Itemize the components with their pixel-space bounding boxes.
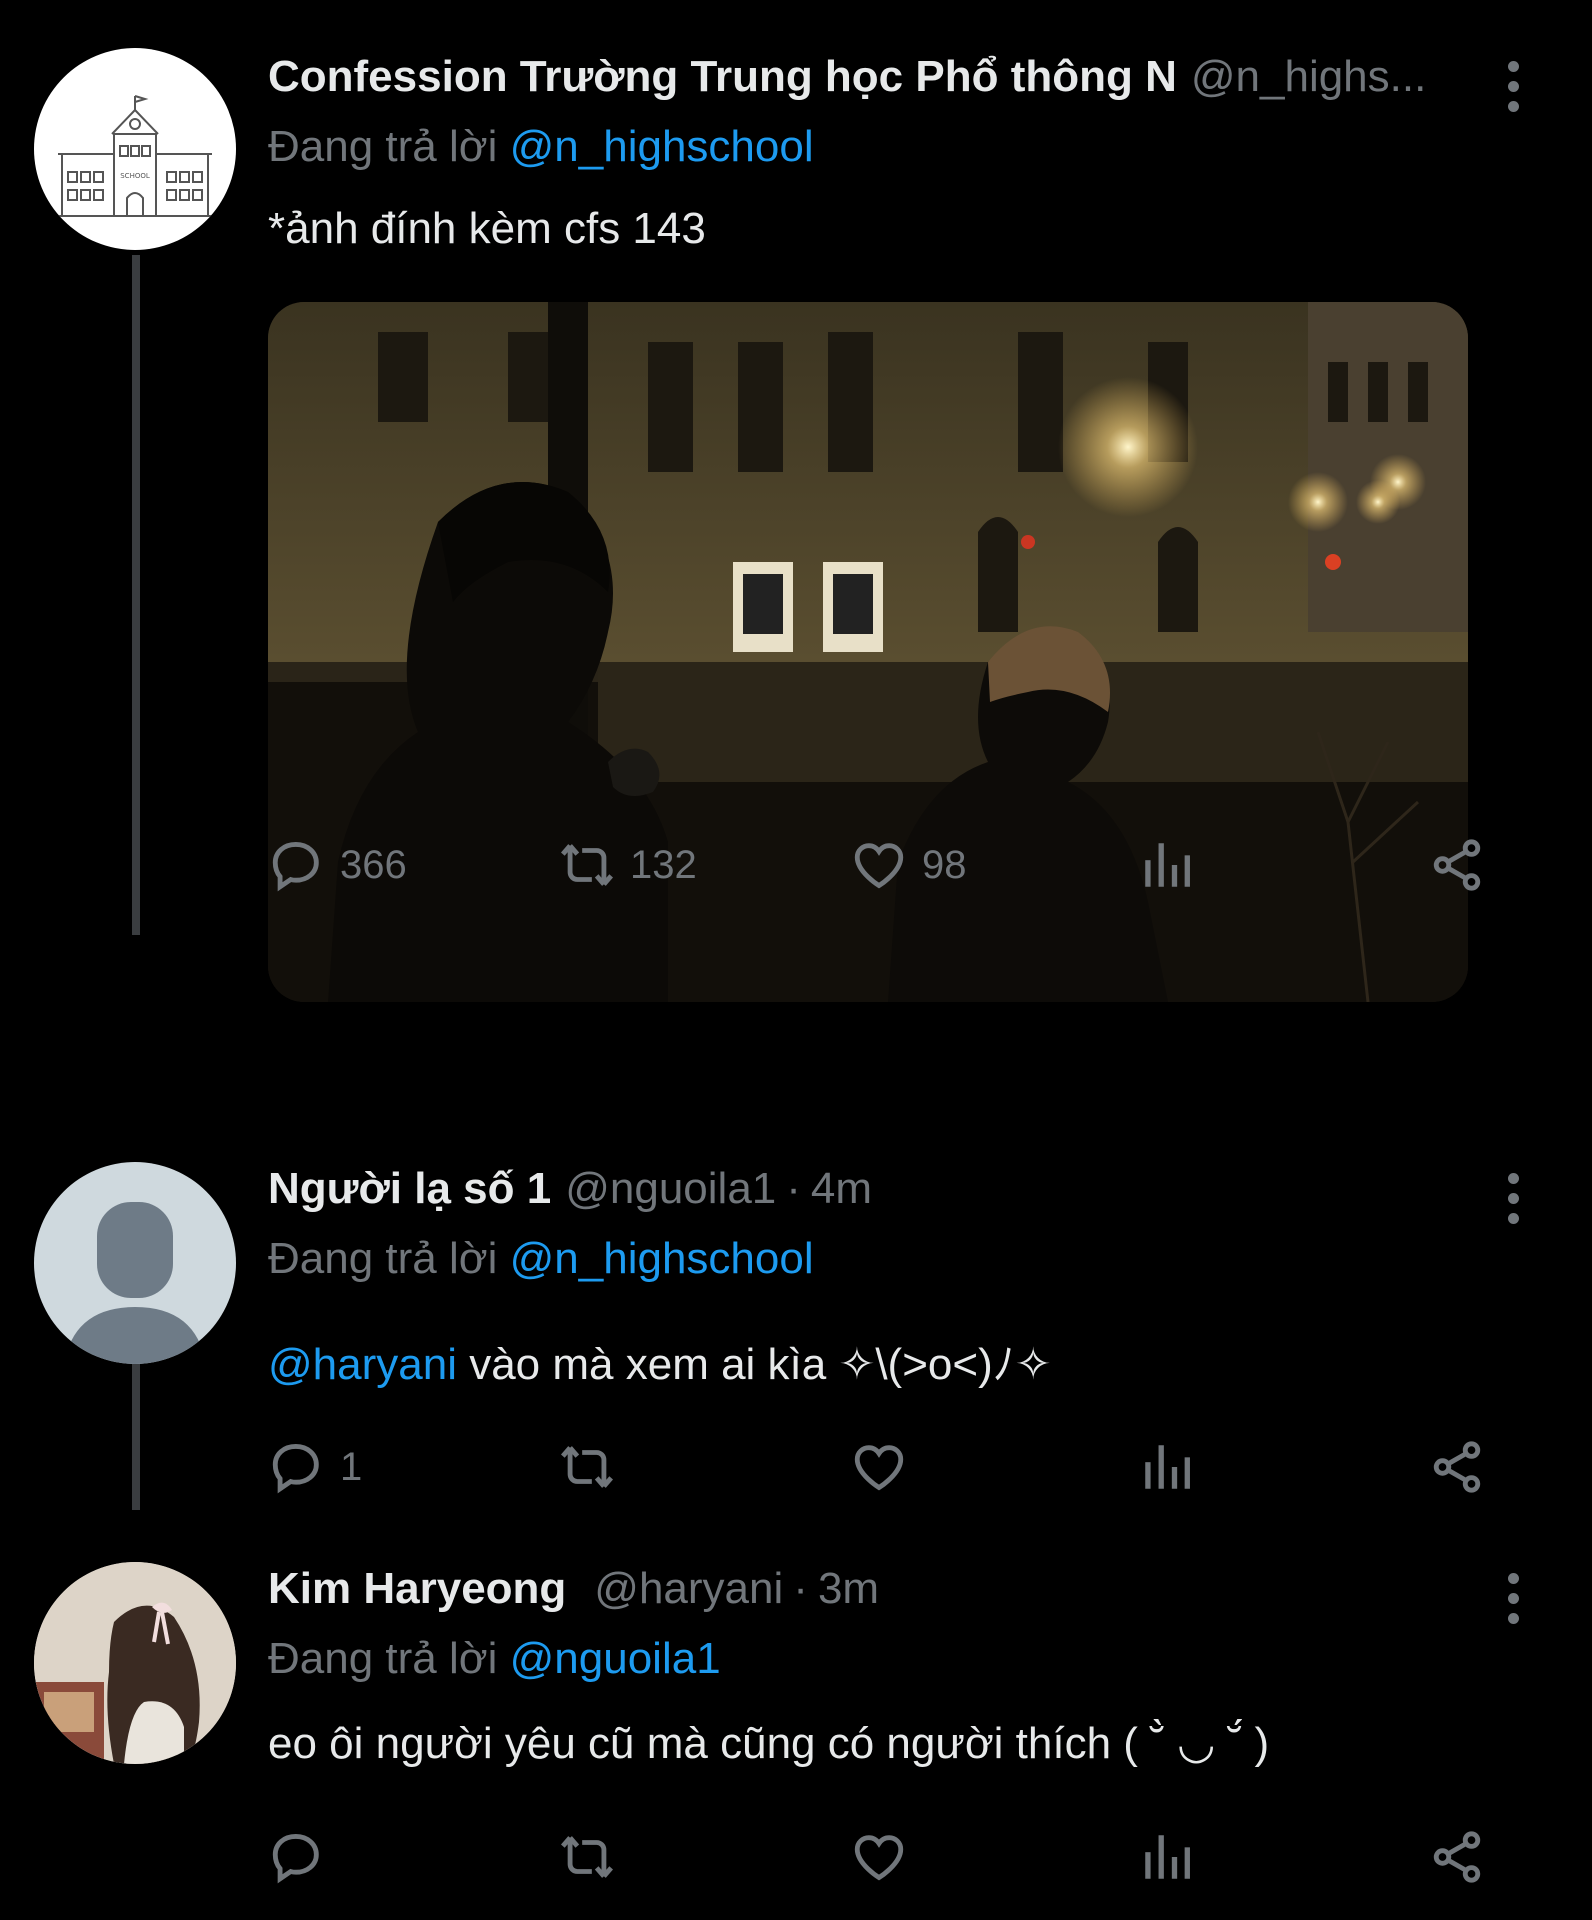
analytics-icon xyxy=(1145,1445,1190,1489)
timestamp[interactable]: 4m xyxy=(811,1164,872,1214)
reply-to-mention[interactable]: @nguoila1 xyxy=(510,1634,721,1683)
user-handle[interactable]: @n_highs... xyxy=(1191,52,1426,102)
reply-icon xyxy=(272,1444,319,1494)
like-icon xyxy=(854,1835,904,1881)
analytics-icon xyxy=(1145,843,1190,887)
separator-dot: · xyxy=(793,1564,808,1613)
profile-photo xyxy=(34,1562,236,1764)
avatar-school-logo[interactable]: SCHOOL xyxy=(34,48,236,250)
tweet-1[interactable]: SCHOOL Confession Trường Trung học Phổ t… xyxy=(0,0,1592,1002)
tweet-text: eo ôi người yêu cũ mà cũng có người thíc… xyxy=(268,1719,1270,1768)
thread-line xyxy=(132,255,140,935)
reply-to-mention[interactable]: @n_highschool xyxy=(510,122,814,171)
tweet-text: @haryani vào mà xem ai kìa ✧\(>o<)ﾉ✧ xyxy=(268,1328,1052,1392)
share-button[interactable] xyxy=(1428,830,1486,900)
analytics-button[interactable] xyxy=(1138,1822,1196,1892)
default-user-icon xyxy=(64,1202,206,1364)
tweet-actions: 1 xyxy=(268,1432,1508,1502)
retweet-icon xyxy=(560,844,614,886)
replying-to-label: Đang trả lời xyxy=(268,122,510,171)
share-button[interactable] xyxy=(1428,1432,1486,1502)
avatar-default-user[interactable] xyxy=(34,1162,236,1364)
replying-to-label: Đang trả lời xyxy=(268,1234,510,1283)
share-button[interactable] xyxy=(1428,1822,1486,1892)
avatar-profile-photo[interactable] xyxy=(34,1562,236,1764)
reply-button[interactable] xyxy=(268,1822,326,1892)
retweet-button[interactable]: 132 xyxy=(558,830,697,900)
more-options-button[interactable] xyxy=(1498,56,1528,116)
more-icon xyxy=(1507,1172,1519,1184)
reply-button[interactable]: 366 xyxy=(268,830,407,900)
display-name[interactable]: Người lạ số 1 xyxy=(268,1164,551,1214)
retweet-icon xyxy=(560,1446,614,1488)
analytics-button[interactable] xyxy=(1138,1432,1196,1502)
retweet-button[interactable] xyxy=(558,1432,616,1502)
retweet-icon xyxy=(560,1836,614,1878)
display-name[interactable]: Kim Haryeong xyxy=(268,1564,566,1614)
retweet-button[interactable] xyxy=(558,1822,616,1892)
replying-to-label: Đang trả lời xyxy=(268,1634,510,1683)
more-options-button[interactable] xyxy=(1498,1168,1528,1228)
reply-count: 1 xyxy=(340,1444,363,1489)
tweet-header: Kim Haryeong @haryani · 3m xyxy=(268,1564,1502,1624)
tweet-actions: 366 132 98 xyxy=(268,830,1508,900)
like-icon xyxy=(854,843,904,889)
separator-dot: · xyxy=(786,1164,801,1213)
like-button[interactable]: 98 xyxy=(850,830,967,900)
user-handle[interactable]: @haryani xyxy=(594,1564,783,1614)
school-building-icon: SCHOOL xyxy=(54,95,216,217)
timestamp[interactable]: 3m xyxy=(818,1564,879,1614)
mention-link[interactable]: @haryani xyxy=(268,1340,457,1389)
retweet-count: 132 xyxy=(630,842,697,887)
tweet-3[interactable]: Kim Haryeong @haryani · 3m Đang trả lời … xyxy=(0,1550,1592,1920)
tweet-actions xyxy=(268,1822,1508,1892)
reply-to-mention[interactable]: @n_highschool xyxy=(510,1234,814,1283)
analytics-icon xyxy=(1145,1835,1190,1879)
tweet-text: *ảnh đính kèm cfs 143 xyxy=(268,204,706,253)
analytics-button[interactable] xyxy=(1138,830,1196,900)
like-button[interactable] xyxy=(850,1822,908,1892)
replying-to: Đang trả lời @n_highschool xyxy=(268,122,814,172)
like-button[interactable] xyxy=(850,1432,908,1502)
tweet-2[interactable]: Người lạ số 1 @nguoila1 · 4m Đang trả lờ… xyxy=(0,1150,1592,1510)
school-logo-text: SCHOOL xyxy=(120,172,150,180)
reply-icon xyxy=(272,842,319,892)
replying-to: Đang trả lời @n_highschool xyxy=(268,1234,814,1284)
like-count: 98 xyxy=(922,842,967,887)
reply-count: 366 xyxy=(340,842,407,887)
tweet-header: Confession Trường Trung học Phổ thông N … xyxy=(268,52,1502,112)
thread-line xyxy=(132,1360,140,1510)
reply-button[interactable]: 1 xyxy=(268,1432,362,1502)
user-handle[interactable]: @nguoila1 xyxy=(565,1164,776,1214)
share-icon xyxy=(1433,839,1481,891)
tweet-header: Người lạ số 1 @nguoila1 · 4m xyxy=(268,1164,1502,1224)
more-options-button[interactable] xyxy=(1498,1568,1528,1628)
display-name[interactable]: Confession Trường Trung học Phổ thông N xyxy=(268,52,1177,102)
tweet-text-body: vào mà xem ai kìa ✧\(>o<)ﾉ✧ xyxy=(456,1340,1052,1389)
share-icon xyxy=(1433,1441,1481,1493)
more-icon xyxy=(1507,60,1519,72)
more-icon xyxy=(1507,1572,1519,1584)
like-icon xyxy=(854,1445,904,1491)
share-icon xyxy=(1433,1831,1481,1883)
reply-icon xyxy=(272,1834,319,1884)
replying-to: Đang trả lời @nguoila1 xyxy=(268,1634,721,1684)
